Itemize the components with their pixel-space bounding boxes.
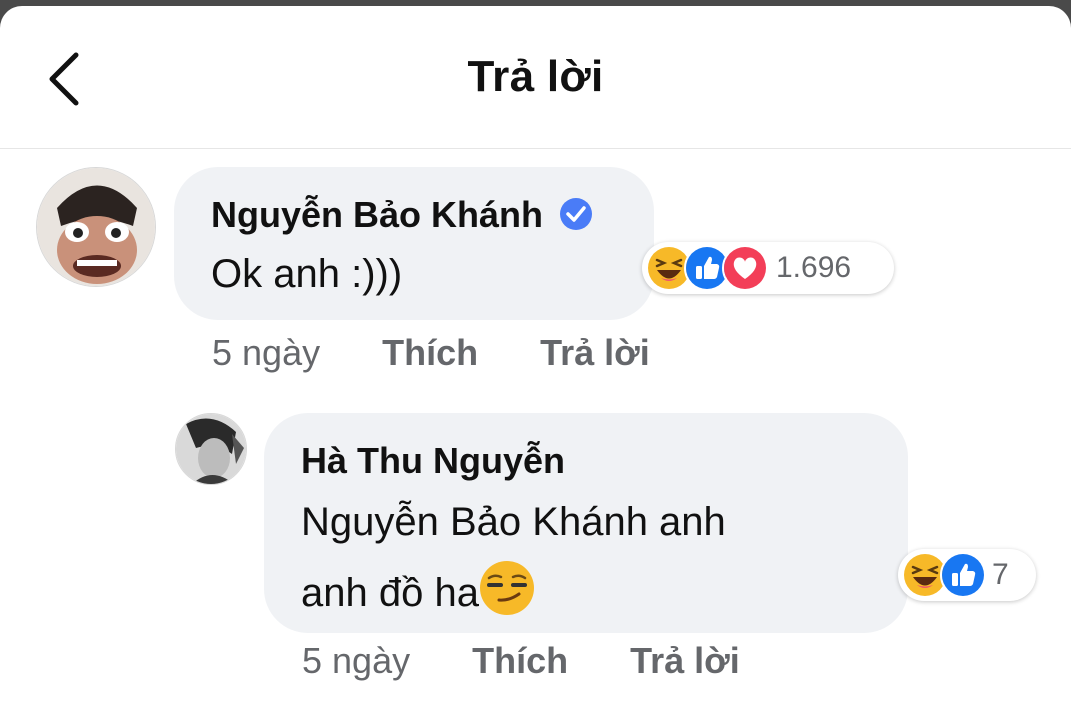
comment-author[interactable]: Nguyễn Bảo Khánh <box>211 194 593 236</box>
avatar-replier[interactable] <box>175 413 247 485</box>
comment-reactions[interactable]: 1.696 <box>642 242 894 294</box>
comment-like-button[interactable]: Thích <box>382 332 478 374</box>
comment-bubble <box>174 167 654 320</box>
header: Trả lời <box>0 6 1071 149</box>
reply-sheet: Trả lời Nguyễn Bảo Khánh Ok anh :))) 1.6… <box>0 6 1071 713</box>
comment-text: Ok anh :))) <box>211 252 403 296</box>
comment-author-name[interactable]: Nguyễn Bảo Khánh <box>211 194 543 235</box>
reply-reactions[interactable]: 7 <box>898 549 1036 601</box>
comment-reply-button[interactable]: Trả lời <box>540 332 650 374</box>
reply-text-line2: anh đồ ha <box>301 560 535 616</box>
love-reaction-icon <box>722 245 768 291</box>
reply-actions: 5 ngày Thích Trả lời <box>302 640 740 682</box>
reply-author[interactable]: Hà Thu Nguyễn <box>301 440 565 482</box>
comment-actions: 5 ngày Thích Trả lời <box>212 332 650 374</box>
comment-time[interactable]: 5 ngày <box>212 332 320 374</box>
reply-text-line2-text: anh đồ ha <box>301 571 479 615</box>
comment-reaction-count: 1.696 <box>776 251 852 284</box>
avatar-commenter[interactable] <box>36 167 156 287</box>
reply-reaction-count: 7 <box>992 558 1009 591</box>
smirk-emoji-icon <box>479 561 534 615</box>
reply-time[interactable]: 5 ngày <box>302 640 410 682</box>
verified-badge-icon <box>560 198 593 230</box>
reply-reply-button[interactable]: Trả lời <box>630 640 740 682</box>
reply-like-button[interactable]: Thích <box>472 640 568 682</box>
reply-text-line1: Nguyễn Bảo Khánh anh <box>301 500 726 544</box>
page-title: Trả lời <box>467 52 604 101</box>
like-reaction-icon <box>940 552 986 598</box>
